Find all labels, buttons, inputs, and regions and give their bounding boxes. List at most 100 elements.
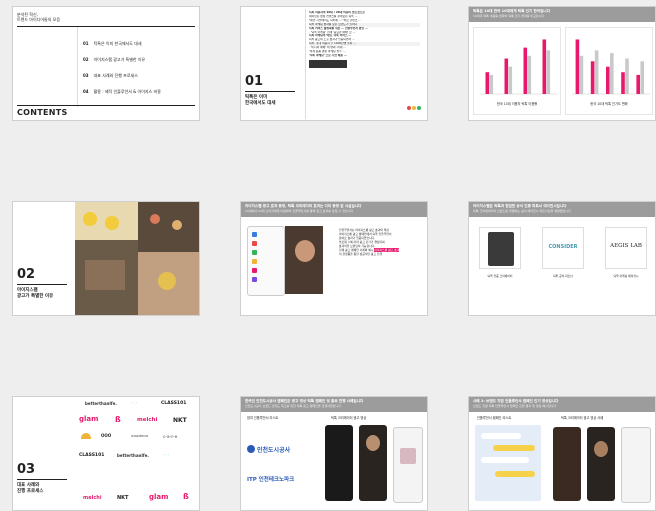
slide-thumbnail-case-2[interactable]: 사례 2: 브랜드 지원 인플루언서 캠페인 인기 영상입니다 브랜드 지원 틱… [468, 396, 656, 511]
chart-left: 한국 10대 이용자 틱톡 이용률 [473, 27, 561, 115]
contents-item: 04 활용 : 제작 인플루언서 & 아이지스 비용 [83, 89, 161, 94]
panel-title: 틱톡 크리에이터 광고 영상 [331, 416, 367, 420]
chart-bar [485, 72, 490, 94]
bar-chart-2 [572, 39, 650, 95]
divider [17, 284, 67, 285]
divider [77, 27, 78, 107]
brand-logo: 인천도시공사 [257, 447, 291, 454]
brand-icon [247, 445, 255, 453]
slide-thumbnail-influencer[interactable]: 아이지스팸 광고 효과 증명, 틱톡 크리에이터 효과는 이미 증명 된 사실입… [240, 201, 428, 316]
chart-bar [621, 72, 625, 94]
section-title: 틱톡은 이미 한국에서도 대세 [245, 95, 276, 106]
partner-card: AEGIS LAB [605, 227, 647, 269]
influencer-photo [285, 226, 323, 294]
slide-thumbnail-section-03[interactable]: betterthanIfe. ··· CLASS101 glam ß melch… [12, 396, 200, 511]
brand-logo: glam [79, 415, 99, 423]
chart-caption: 한국 10대 이용자 틱톡 이용률 [496, 102, 538, 106]
video-thumbnail [309, 59, 347, 68]
slide-header: 틱톡은 10대 한국 10대에게 틱톡 인기 한국입니다 10대의 틱톡 이용률… [469, 7, 655, 22]
divider [17, 105, 195, 106]
contents-item: 02 아이지스팸 광고가 특별한 이유 [83, 57, 146, 62]
slide-header: 사례 2: 브랜드 지원 인플루언서 캠페인 인기 영상입니다 브랜드 지원 틱… [469, 397, 655, 412]
section-number: 01 [245, 74, 264, 89]
panel-title: 틱톡 크리에이터 광고 영상 사례 [561, 416, 604, 420]
slide-thumbnail-charts[interactable]: 틱톡은 10대 한국 10대에게 틱톡 인기 한국입니다 10대의 틱톡 이용률… [468, 6, 656, 121]
event-photo [75, 240, 138, 315]
card-caption: 틱톡 마케팅 에이전시 [613, 274, 639, 278]
event-photo [138, 252, 199, 315]
chart-right: 한국 10대 틱톡 인기도 변화 [565, 27, 653, 115]
section-title: 대표 사례와 진행 프로세스 [17, 483, 44, 494]
contents-list: 01 틱톡은 이미 한국에서도 대세 02 아이지스팸 광고가 특별한 이유 03 대… [83, 41, 195, 105]
video-thumbnail [393, 427, 423, 503]
section-number: 02 [17, 267, 36, 282]
brand-logo: glam [149, 493, 169, 501]
partner-card: CONSIDER [542, 227, 584, 269]
slide-thumbnail-case-1[interactable]: 한국인 인천도시공사 캠페인은 광고 영상 틱톡 캠페인 및 홍보 진행 사례입… [240, 396, 428, 511]
brand-logo: melchi [137, 417, 158, 423]
chart-bar [508, 66, 513, 94]
brand-logo: CLASS101 [79, 453, 105, 458]
chart-bar [594, 50, 599, 94]
panel-title: 참여 인플루언서 리스트 [247, 416, 279, 420]
chart-bar [542, 39, 547, 94]
chart-bar [546, 50, 551, 94]
chart-bar [523, 47, 528, 94]
section-title: 아이지스팸 광고가 특별한 이유 [17, 288, 54, 299]
video-thumbnail [359, 425, 387, 501]
slide-header: 아이지스팸 광고 효과 증명, 틱톡 크리에이터 효과는 이미 증명 된 사실입… [241, 202, 427, 217]
partner-card [479, 227, 521, 269]
chart-bar [640, 61, 644, 94]
chart-bar [579, 55, 584, 94]
video-thumbnail [325, 425, 353, 501]
chart-bar [610, 53, 614, 94]
panel-title: 인플루언서 캠페인 리스트 [477, 416, 512, 420]
chart-bar [489, 74, 494, 94]
brand-logo: c·a·r·e [163, 434, 178, 439]
slide-thumbnail-contents[interactable]: 분석된 혁신, 트렌드 아이디어들의 모음 01 틱톡은 이미 한국에서도 대세 … [12, 6, 200, 121]
brand-logo: CLASS101 [161, 401, 187, 406]
bar-chart-1 [480, 39, 558, 95]
video-thumbnail [621, 427, 651, 503]
slide-subtitle: 분석된 혁신, 트렌드 아이디어들의 모음 [17, 12, 61, 22]
divider [17, 479, 67, 480]
chat-screenshot [475, 425, 541, 501]
brand-logo: CONSIDER [548, 244, 578, 250]
slide-thumbnail-partners[interactable]: 아이지스팸은 틱톡과 협업한 공식 인증 파트너 에이전시입니다 틱톡 크리에이… [468, 201, 656, 316]
chart-bar [527, 55, 532, 94]
chart-caption: 한국 10대 틱톡 인기도 변화 [590, 102, 628, 106]
chart-bar [636, 74, 640, 94]
chart-bar [625, 58, 629, 94]
video-thumbnail [587, 427, 615, 501]
brand-logo: NKT [173, 417, 187, 424]
brand-logo: betterthanIfe. [85, 401, 117, 406]
section-number: 03 [17, 462, 36, 477]
brand-logo: unadena [131, 434, 149, 438]
brand-logo: ITP 인천테크노파크 [247, 477, 295, 483]
status-dots [406, 95, 421, 114]
slide-header: 한국인 인천도시공사 캠페인은 광고 영상 틱톡 캠페인 및 홍보 진행 사례입… [241, 397, 427, 412]
description-text: 인플루언서는 아이지스팸 광고 효과의 핵심 아이지스팸 광고 캠페인에서 틱톡… [339, 228, 400, 256]
contents-title: CONTENTS [17, 108, 68, 117]
slide-thumbnail-section-01[interactable]: 01 틱톡은 이미 한국에서도 대세 틱톡 이용자의 10대 / 20대 비중이… [240, 6, 428, 121]
brand-logo: ··· [163, 453, 170, 457]
brand-logo: betterthanIfe. [117, 453, 149, 458]
phone-mockup [247, 226, 285, 296]
contents-item: 01 틱톡은 이미 한국에서도 대세 [83, 41, 142, 46]
event-photo [75, 202, 138, 240]
card-caption: 틱톡 공식 파트너 [553, 274, 573, 278]
brand-logo: NKT [117, 495, 129, 501]
slide-thumbnail-section-02[interactable]: 02 아이지스팸 광고가 특별한 이유 [12, 201, 200, 316]
divider [245, 91, 295, 92]
sun-logo-icon [81, 433, 91, 439]
brand-logo: ··· [131, 401, 138, 405]
chart-bar [575, 39, 580, 94]
chart-bar [590, 61, 595, 94]
brand-logo: ß [115, 415, 121, 424]
brand-logo: melchi [83, 495, 102, 501]
chart-bar [504, 58, 509, 94]
video-thumbnail [553, 427, 581, 501]
brand-logo: ß [183, 492, 189, 501]
event-photo [138, 202, 199, 252]
slide-header: 아이지스팸은 틱톡과 협업한 공식 인증 파트너 에이전시입니다 틱톡 크리에이… [469, 202, 655, 217]
